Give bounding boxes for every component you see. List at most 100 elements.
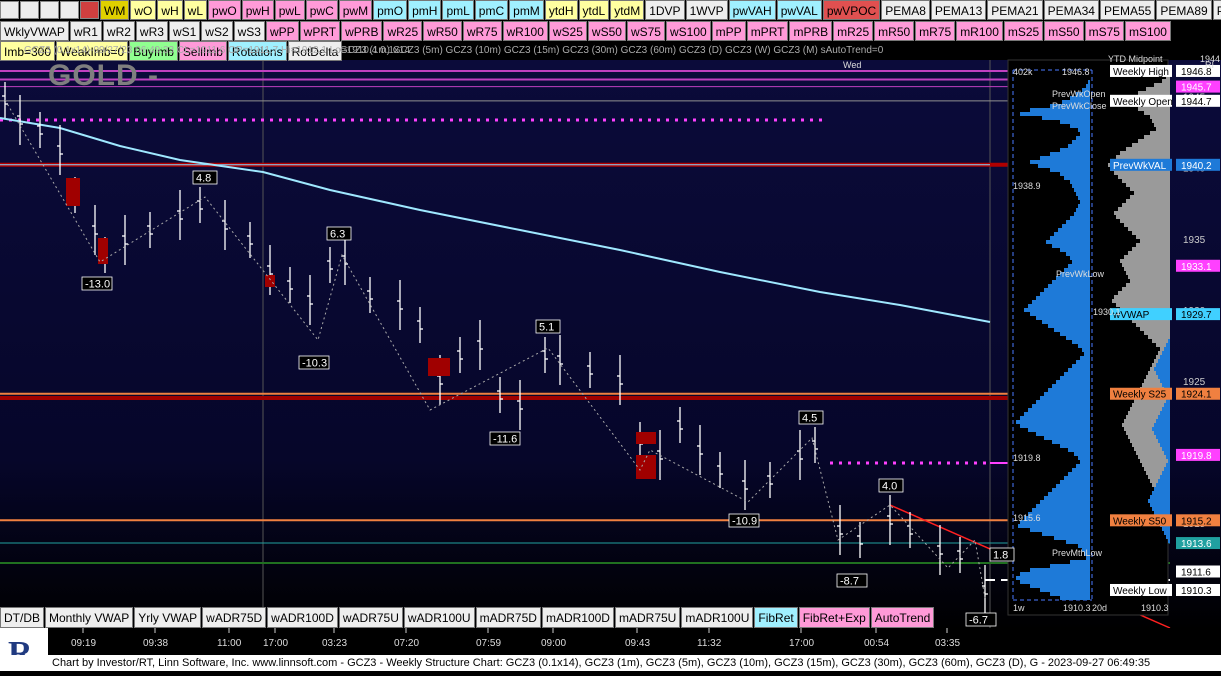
study-button[interactable]: wR50 <box>423 21 462 41</box>
study-button[interactable]: wPRT <box>299 21 341 41</box>
profile-blue-bar <box>1048 324 1090 328</box>
tool-button[interactable]: wADR100D <box>267 607 338 628</box>
study-button[interactable]: mPRT <box>746 21 789 41</box>
study-button[interactable]: wR25 <box>383 21 423 41</box>
profile-blue-bar-right <box>1160 355 1170 359</box>
study-button[interactable]: pwH <box>241 0 274 20</box>
study-button[interactable]: wR100 <box>502 21 548 41</box>
study-button[interactable]: mS100 <box>1124 21 1171 41</box>
study-button[interactable]: wS75 <box>626 21 665 41</box>
study-button[interactable]: mR75 <box>915 21 956 41</box>
study-button[interactable]: pmC <box>474 0 509 20</box>
tool-button[interactable]: mADR75U <box>614 607 681 628</box>
profile-blue-bar-right <box>1156 435 1170 439</box>
study-button[interactable]: pwM <box>338 0 373 20</box>
study-button[interactable]: mS25 <box>1003 21 1044 41</box>
search-icon[interactable] <box>60 1 79 19</box>
profile-blue-bar-right <box>1160 379 1170 383</box>
study-button[interactable]: mPP <box>711 21 746 41</box>
study-button[interactable]: wS25 <box>548 21 587 41</box>
tool-button[interactable]: FibRet <box>754 607 798 628</box>
study-button[interactable]: pmL <box>442 0 474 20</box>
study-button[interactable]: PEMA34 <box>1043 0 1099 20</box>
settings-icon[interactable] <box>40 1 59 19</box>
study-button[interactable]: pwVAL <box>776 0 822 20</box>
profile-blue-bar <box>1044 436 1090 440</box>
arrow-icon[interactable] <box>0 1 19 19</box>
study-button[interactable]: mS75 <box>1084 21 1124 41</box>
profile-label: 20d <box>1092 603 1107 613</box>
tool-button[interactable]: mADR100U <box>681 607 754 628</box>
tool-button[interactable]: wADR75U <box>338 607 403 628</box>
rotation-label: -10.3 <box>302 358 327 370</box>
panel-tabs[interactable]: GCZ3 (1m) GCZ3 (5m) GCZ3 (10m) GCZ3 (15m… <box>340 45 883 56</box>
profile-blue-bar-right <box>1164 347 1170 351</box>
study-button[interactable]: wL <box>183 0 208 20</box>
rotation-label: 5.1 <box>539 322 554 334</box>
study-button[interactable]: mR25 <box>833 21 874 41</box>
study-button[interactable]: wPRB <box>341 21 383 41</box>
profile-gray-bar <box>1152 119 1170 123</box>
study-button[interactable]: pmH <box>408 0 442 20</box>
study-button[interactable]: wO <box>130 0 157 20</box>
profile-blue-bar <box>1060 120 1090 124</box>
study-button[interactable]: mR50 <box>874 21 915 41</box>
study-button[interactable]: pwVPOC <box>822 0 881 20</box>
study-button[interactable]: PEMA233 <box>1212 0 1221 20</box>
tool-button[interactable]: Yrly VWAP <box>134 607 202 628</box>
study-button[interactable]: wR75 <box>462 21 502 41</box>
tool-button[interactable]: AutoTrend <box>870 607 935 628</box>
study-button[interactable]: PEMA13 <box>930 0 987 20</box>
profile-gray-bar <box>1132 247 1170 251</box>
edit-icon[interactable] <box>20 1 39 19</box>
tool-button[interactable]: DT/DB <box>0 607 44 628</box>
study-button[interactable]: PEMA55 <box>1099 0 1156 20</box>
study-button[interactable]: mPRB <box>789 21 833 41</box>
tool-button[interactable]: FibRet+Exp <box>798 607 870 628</box>
study-button[interactable]: wR2 <box>102 21 135 41</box>
study-button[interactable]: 1WVP <box>685 0 728 20</box>
profile-gray-bar <box>1150 131 1170 135</box>
study-button[interactable]: WklyVWAP <box>0 21 69 41</box>
profile-label: YTD Midpoint <box>1108 54 1163 64</box>
profile-blue-bar <box>1076 208 1090 212</box>
chart-icon[interactable] <box>80 1 99 19</box>
study-button[interactable]: ytdL <box>578 0 610 20</box>
study-button[interactable]: wS1 <box>168 21 201 41</box>
study-button[interactable]: ytdH <box>544 0 578 20</box>
price-chart[interactable]: 19451940193519301925192019151946.81945.7… <box>0 0 1221 671</box>
study-button[interactable]: ytdM <box>610 0 645 20</box>
study-button[interactable]: pwL <box>274 0 305 20</box>
profile-blue-bar <box>1082 348 1090 352</box>
study-button[interactable]: wS50 <box>587 21 626 41</box>
study-button[interactable]: pwC <box>305 0 338 20</box>
study-button[interactable]: mS50 <box>1044 21 1084 41</box>
tool-button[interactable]: wADR100U <box>403 607 475 628</box>
tool-button[interactable]: mADR75D <box>475 607 541 628</box>
profile-label: Wed <box>843 60 861 70</box>
study-button[interactable]: PEMA8 <box>881 0 930 20</box>
study-button[interactable]: 1DVP <box>645 0 685 20</box>
study-button[interactable]: wS2 <box>201 21 233 41</box>
study-button[interactable]: mR100 <box>956 21 1003 41</box>
study-button[interactable]: PEMA21 <box>987 0 1043 20</box>
profile-blue-bar <box>1040 292 1090 296</box>
study-button[interactable]: wR3 <box>135 21 168 41</box>
study-button[interactable]: wH <box>157 0 183 20</box>
tool-button[interactable]: Monthly VWAP <box>45 607 134 628</box>
study-button[interactable]: wS100 <box>665 21 711 41</box>
study-button[interactable]: pwO <box>208 0 241 20</box>
price-scale-label: 1935 <box>1183 235 1206 246</box>
study-button[interactable]: PEMA89 <box>1156 0 1212 20</box>
study-button[interactable]: pmM <box>509 0 544 20</box>
study-button[interactable]: pmO <box>373 0 408 20</box>
study-button[interactable]: wR1 <box>69 21 102 41</box>
tool-button[interactable]: wADR75D <box>202 607 267 628</box>
price-tag-label: 1919.8 <box>1181 451 1212 462</box>
study-button[interactable]: wPP <box>265 21 299 41</box>
study-button[interactable]: pwVAH <box>728 0 776 20</box>
tool-button[interactable]: mADR100D <box>541 607 614 628</box>
study-button[interactable]: WM <box>100 0 130 20</box>
profile-blue-bar <box>1052 384 1090 388</box>
study-button[interactable]: wS3 <box>233 21 265 41</box>
